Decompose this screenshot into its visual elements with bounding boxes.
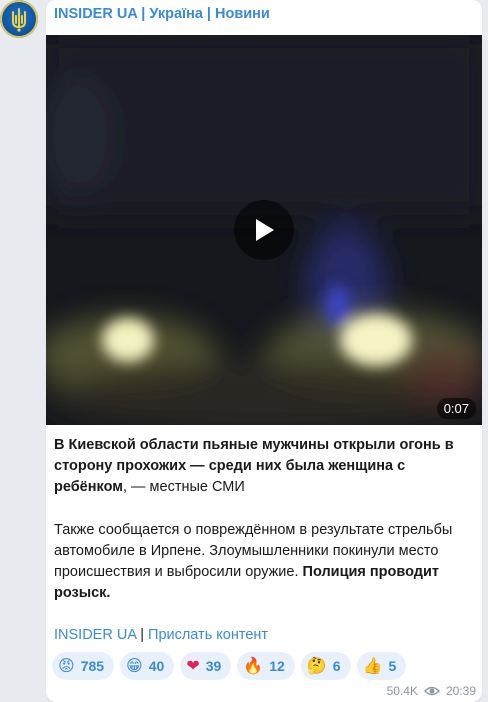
fire-icon: 🔥 (243, 656, 264, 675)
link-separator: | (136, 627, 149, 643)
channel-avatar[interactable] (0, 0, 38, 38)
reactions-bar: 😡 785 😁 40 ❤ 39 🔥 12 🤔 6 👍 5 (52, 652, 407, 680)
grin-icon: 😁 (126, 656, 143, 675)
heart-icon: ❤ (186, 656, 200, 675)
reaction-count: 5 (388, 658, 397, 674)
reaction-thinking[interactable]: 🤔 6 (300, 652, 351, 680)
reaction-thumbs-up[interactable]: 👍 5 (356, 652, 407, 680)
reaction-count: 6 (332, 658, 341, 674)
reaction-heart[interactable]: ❤ 39 (180, 652, 232, 680)
play-button[interactable] (234, 200, 294, 260)
post-headline: В Киевской области пьяные мужчины открыл… (54, 437, 454, 495)
play-icon (256, 219, 274, 241)
video-player[interactable]: 0:07 (46, 35, 482, 425)
angry-face-icon: 😡 (58, 656, 75, 675)
reaction-count: 40 (148, 658, 165, 674)
thinking-face-icon: 🤔 (306, 656, 327, 675)
post-source: , — местные СМИ (122, 479, 245, 495)
post-links: INSIDER UA | Прислать контент (54, 625, 474, 646)
reaction-grin[interactable]: 😁 40 (120, 652, 175, 680)
message-meta: 50.4K 20:39 (387, 684, 476, 698)
post-paragraph-2: Также сообщается о повреждённом в резуль… (54, 520, 474, 604)
trident-icon (12, 8, 26, 32)
thumbs-up-icon: 👍 (362, 656, 383, 675)
channel-link[interactable]: INSIDER UA (54, 627, 136, 643)
reaction-angry[interactable]: 😡 785 (52, 652, 115, 680)
submit-content-link[interactable]: Прислать контент (148, 627, 268, 643)
reaction-count: 39 (205, 658, 222, 674)
reaction-fire[interactable]: 🔥 12 (237, 652, 295, 680)
reaction-count: 785 (80, 658, 105, 674)
post-paragraph-1: В Киевской области пьяные мужчины открыл… (54, 435, 474, 498)
eye-icon (423, 686, 440, 696)
video-duration: 0:07 (436, 398, 476, 419)
reaction-count: 12 (269, 658, 285, 674)
view-count: 50.4K (386, 684, 418, 698)
message-time: 20:39 (445, 684, 476, 698)
channel-title[interactable]: INSIDER UA | Україна | Новини (54, 6, 270, 22)
